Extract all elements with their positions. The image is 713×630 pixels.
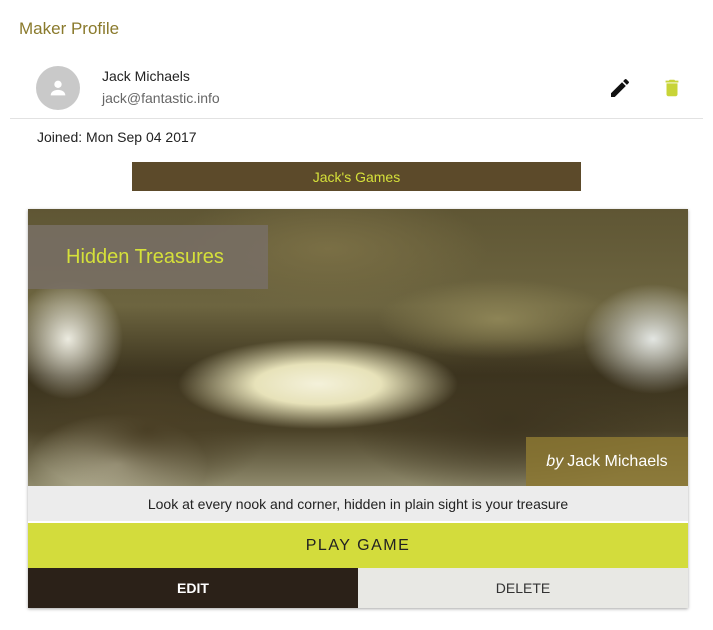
game-title-box: Hidden Treasures bbox=[28, 225, 268, 289]
page-title: Maker Profile bbox=[19, 19, 120, 38]
delete-profile-button[interactable] bbox=[658, 74, 686, 102]
edit-profile-button[interactable] bbox=[606, 74, 634, 102]
game-cover-image: Hidden Treasures by Jack Michaels bbox=[28, 209, 688, 486]
game-card: Hidden Treasures by Jack Michaels Look a… bbox=[28, 209, 688, 608]
trash-icon bbox=[665, 79, 679, 97]
byline-prefix: by bbox=[546, 452, 564, 470]
game-title: Hidden Treasures bbox=[66, 245, 224, 268]
play-game-button[interactable]: PLAY GAME bbox=[28, 523, 688, 568]
edit-game-button[interactable]: EDIT bbox=[28, 568, 358, 608]
game-description: Look at every nook and corner, hidden in… bbox=[28, 486, 688, 521]
games-section-header: Jack's Games bbox=[132, 162, 581, 191]
user-email: jack@fantastic.info bbox=[102, 90, 220, 106]
user-name: Jack Michaels bbox=[102, 68, 190, 84]
joined-date: Joined: Mon Sep 04 2017 bbox=[37, 129, 197, 145]
game-author: Jack Michaels bbox=[567, 452, 668, 470]
game-byline: by Jack Michaels bbox=[526, 437, 688, 486]
delete-game-button[interactable]: DELETE bbox=[358, 568, 688, 608]
pencil-icon bbox=[611, 78, 630, 97]
avatar bbox=[36, 66, 80, 110]
person-icon bbox=[50, 80, 66, 96]
profile-row: Jack Michaels jack@fantastic.info bbox=[10, 56, 703, 119]
